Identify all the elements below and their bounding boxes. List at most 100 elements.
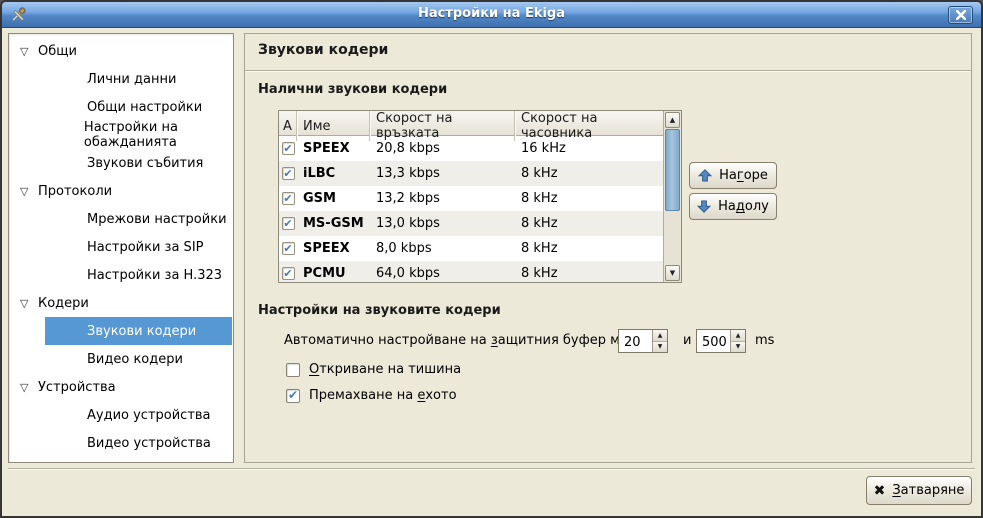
- jitter-max-input[interactable]: [697, 330, 729, 352]
- sidebar-item-label: Видео кодери: [87, 352, 183, 367]
- codec-active-checkbox[interactable]: [282, 192, 295, 205]
- spin-up-icon[interactable]: ▲: [653, 330, 667, 342]
- codec-name: SPEEX: [297, 241, 370, 256]
- codec-clock: 8 kHz: [515, 166, 664, 181]
- codec-active-checkbox[interactable]: [282, 217, 295, 230]
- codec-bitrate: 13,2 kbps: [370, 191, 515, 206]
- window-title: Настройки на Ekiga: [2, 6, 981, 21]
- jitter-buffer-label: Автоматично настройване на защитния буфе…: [284, 333, 656, 348]
- spin-down-icon[interactable]: ▼: [653, 342, 667, 353]
- expander-icon[interactable]: ▽: [20, 298, 34, 309]
- sidebar-item-label: Настройки на обажданията: [84, 120, 233, 150]
- scrollbar-up-button[interactable]: ▲: [665, 112, 680, 128]
- codec-bitrate: 13,3 kbps: [370, 166, 515, 181]
- sidebar-item[interactable]: ▽ Кодери: [9, 289, 233, 317]
- close-dialog-button[interactable]: ✖ Затваряне: [866, 476, 972, 505]
- table-row[interactable]: SPEEX 20,8 kbps 16 kHz: [279, 136, 664, 161]
- vertical-scrollbar[interactable]: ▲ ▼: [663, 111, 681, 282]
- codec-bitrate: 8,0 kbps: [370, 241, 515, 256]
- codec-name: GSM: [297, 191, 370, 206]
- sidebar-item[interactable]: ▽ Лични данни: [45, 65, 233, 93]
- sidebar-item[interactable]: ▽ Настройки на обажданията: [45, 121, 233, 149]
- sidebar-item[interactable]: ▽ Звукови кодери: [45, 317, 232, 345]
- echo-cancellation-option[interactable]: Премахване на ехото: [286, 388, 457, 403]
- sidebar-item-label: Устройства: [38, 380, 116, 395]
- silence-detection-checkbox[interactable]: [286, 363, 300, 377]
- codec-clock: 8 kHz: [515, 191, 664, 206]
- table-row[interactable]: MS-GSM 13,0 kbps 8 kHz: [279, 211, 664, 236]
- move-up-label: Нагоре: [719, 168, 768, 183]
- sidebar-item[interactable]: ▽ Общи настройки: [45, 93, 233, 121]
- sidebar-item[interactable]: ▽ Аудио устройства: [45, 401, 233, 429]
- silence-detection-label: Откриване на тишина: [309, 362, 461, 377]
- sidebar-item[interactable]: ▽ Настройки за H.323: [45, 261, 233, 289]
- sidebar-item-label: Звукови кодери: [87, 324, 196, 339]
- codec-bitrate: 20,8 kbps: [370, 141, 515, 156]
- move-up-button[interactable]: Нагоре: [689, 162, 777, 189]
- codec-name: SPEEX: [297, 141, 370, 156]
- sidebar-item-label: Звукови събития: [87, 156, 203, 171]
- echo-cancellation-checkbox[interactable]: [286, 389, 300, 403]
- scrollbar-thumb[interactable]: [665, 129, 680, 211]
- sidebar-item-label: Настройки за H.323: [87, 268, 222, 283]
- jitter-unit: ms: [755, 333, 774, 348]
- table-body: SPEEX 20,8 kbps 16 kHz iLBC 13,3 kbps 8 …: [279, 136, 664, 283]
- codec-table: А Име Скорост на връзката Скорост на час…: [278, 110, 682, 283]
- expander-icon[interactable]: ▽: [20, 186, 34, 197]
- codec-active-checkbox[interactable]: [282, 167, 295, 180]
- window-close-button[interactable]: [948, 6, 973, 24]
- codec-clock: 8 kHz: [515, 216, 664, 231]
- sidebar-item-label: Общи: [38, 44, 77, 59]
- sidebar-item-label: Настройки за SIP: [87, 240, 204, 255]
- jitter-conjunction: и: [683, 333, 691, 348]
- codec-clock: 8 kHz: [515, 266, 664, 281]
- sidebar-item-label: Лични данни: [87, 72, 176, 87]
- codec-active-checkbox[interactable]: [282, 242, 295, 255]
- table-header: А Име Скорост на връзката Скорост на час…: [279, 111, 664, 136]
- sidebar-item[interactable]: ▽ Устройства: [9, 373, 233, 401]
- expander-icon[interactable]: ▽: [20, 46, 34, 57]
- codec-name: iLBC: [297, 166, 370, 181]
- title-separator: [245, 70, 971, 72]
- preferences-window: Настройки на Ekiga ▽ Общи ▽ Лични данни …: [0, 0, 983, 518]
- sidebar-item-label: Протоколи: [38, 184, 112, 199]
- codec-bitrate: 64,0 kbps: [370, 266, 515, 281]
- table-row[interactable]: SPEEX 8,0 kbps 8 kHz: [279, 236, 664, 261]
- move-down-button[interactable]: Надолу: [689, 193, 777, 220]
- sidebar-item[interactable]: ▽ Протоколи: [9, 177, 233, 205]
- jitter-max-spinner[interactable]: ▲ ▼: [696, 329, 746, 353]
- sidebar-item-label: Общи настройки: [87, 100, 202, 115]
- sidebar-tree: ▽ Общи ▽ Лични данни ▽ Общи настройки ▽ …: [8, 33, 234, 463]
- spin-down-icon[interactable]: ▼: [731, 342, 745, 353]
- up-arrow-icon: [698, 169, 712, 182]
- spin-up-icon[interactable]: ▲: [731, 330, 745, 342]
- sidebar-item-label: Мрежови настройки: [87, 212, 227, 227]
- close-icon: [956, 10, 966, 20]
- codecs-section-title: Налични звукови кодери: [258, 82, 447, 97]
- jitter-min-input[interactable]: [619, 330, 651, 352]
- settings-section-title: Настройки на звуковите кодери: [258, 303, 501, 318]
- sidebar-item-label: Видео устройства: [87, 436, 211, 451]
- sidebar-item[interactable]: ▽ Видео устройства: [45, 429, 233, 457]
- sidebar-item[interactable]: ▽ Настройки за SIP: [45, 233, 233, 261]
- scrollbar-down-button[interactable]: ▼: [665, 265, 680, 281]
- jitter-min-spinner[interactable]: ▲ ▼: [618, 329, 668, 353]
- sidebar-item[interactable]: ▽ Видео кодери: [45, 345, 233, 373]
- sidebar-item[interactable]: ▽ Общи: [9, 37, 233, 65]
- table-row[interactable]: iLBC 13,3 kbps 8 kHz: [279, 161, 664, 186]
- codec-active-checkbox[interactable]: [282, 142, 295, 155]
- table-row[interactable]: PCMU 64,0 kbps 8 kHz: [279, 261, 664, 283]
- codec-clock: 8 kHz: [515, 241, 664, 256]
- silence-detection-option[interactable]: Откриване на тишина: [286, 362, 461, 377]
- table-row[interactable]: GSM 13,2 kbps 8 kHz: [279, 186, 664, 211]
- codec-name: MS-GSM: [297, 216, 370, 231]
- move-down-label: Надолу: [718, 199, 769, 214]
- page-title: Звукови кодери: [258, 42, 388, 58]
- down-arrow-icon: [697, 200, 711, 213]
- sidebar-item[interactable]: ▽ Мрежови настройки: [45, 205, 233, 233]
- footer-separator: [8, 468, 975, 470]
- codec-active-checkbox[interactable]: [282, 267, 295, 280]
- titlebar[interactable]: Настройки на Ekiga: [2, 2, 981, 28]
- expander-icon[interactable]: ▽: [20, 382, 34, 393]
- sidebar-item[interactable]: ▽ Звукови събития: [45, 149, 233, 177]
